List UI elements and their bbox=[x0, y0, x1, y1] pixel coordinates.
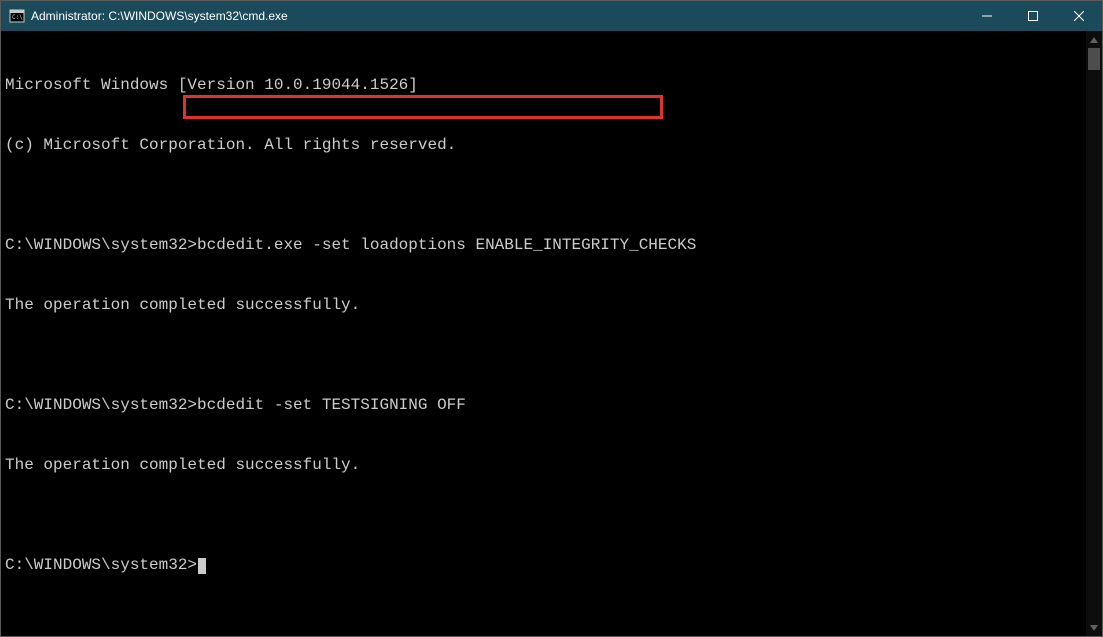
vertical-scrollbar[interactable] bbox=[1086, 31, 1102, 636]
maximize-button[interactable] bbox=[1010, 1, 1056, 31]
window-title: Administrator: C:\WINDOWS\system32\cmd.e… bbox=[31, 9, 288, 23]
scroll-down-arrow[interactable] bbox=[1086, 619, 1102, 636]
output-line: C:\WINDOWS\system32>bcdedit -set TESTSIG… bbox=[5, 395, 1102, 415]
output-line: The operation completed successfully. bbox=[5, 455, 1102, 475]
titlebar[interactable]: C:\ Administrator: C:\WINDOWS\system32\c… bbox=[1, 1, 1102, 31]
close-button[interactable] bbox=[1056, 1, 1102, 31]
cmd-icon: C:\ bbox=[9, 8, 25, 24]
cursor bbox=[198, 558, 206, 574]
cmd-window: C:\ Administrator: C:\WINDOWS\system32\c… bbox=[0, 0, 1103, 637]
output-line: (c) Microsoft Corporation. All rights re… bbox=[5, 135, 1102, 155]
output-line: Microsoft Windows [Version 10.0.19044.15… bbox=[5, 75, 1102, 95]
scroll-up-arrow[interactable] bbox=[1086, 31, 1102, 48]
terminal-output[interactable]: Microsoft Windows [Version 10.0.19044.15… bbox=[1, 31, 1102, 636]
scroll-track[interactable] bbox=[1086, 48, 1102, 619]
prompt-line: C:\WINDOWS\system32> bbox=[5, 555, 1102, 575]
minimize-button[interactable] bbox=[964, 1, 1010, 31]
output-line: The operation completed successfully. bbox=[5, 295, 1102, 315]
scroll-thumb[interactable] bbox=[1088, 48, 1100, 70]
svg-text:C:\: C:\ bbox=[12, 14, 23, 21]
output-line: C:\WINDOWS\system32>bcdedit.exe -set loa… bbox=[5, 235, 1102, 255]
